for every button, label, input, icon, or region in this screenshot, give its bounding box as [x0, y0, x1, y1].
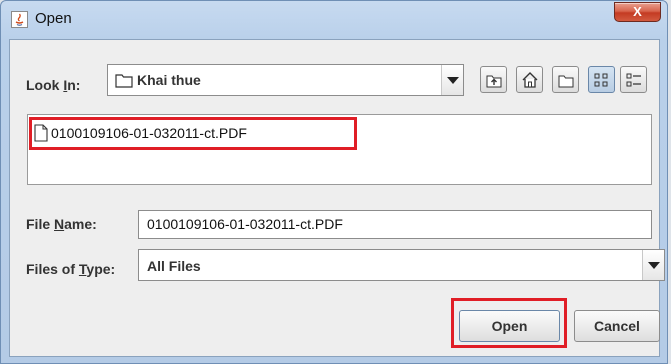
java-icon [11, 11, 28, 28]
dialog-content: Look In: Khai thue 0100109106-01-032011-… [9, 39, 665, 357]
highlight-box-file [29, 117, 357, 150]
files-of-type-label: Files of Type: [26, 261, 116, 277]
new-folder-button[interactable] [552, 66, 579, 93]
file-name-field[interactable]: 0100109106-01-032011-ct.PDF [138, 210, 652, 239]
cancel-button[interactable]: Cancel [574, 310, 660, 342]
look-in-dropdown-arrow[interactable] [441, 65, 463, 95]
window-title: Open [35, 10, 72, 27]
new-folder-icon [558, 75, 574, 88]
home-icon [522, 72, 538, 88]
details-view-icon [626, 73, 641, 87]
list-view-icon [594, 73, 608, 87]
details-view-button[interactable] [620, 66, 647, 93]
file-name-label: File Name: [26, 216, 97, 232]
highlight-box-open [451, 298, 567, 348]
look-in-label: Look In: [26, 77, 81, 93]
up-one-level-button[interactable] [480, 66, 507, 93]
files-of-type-combo[interactable]: All Files [138, 249, 665, 281]
files-of-type-dropdown-arrow[interactable] [642, 250, 664, 280]
home-button[interactable] [516, 66, 543, 93]
open-dialog-window: Open X Look In: Khai thue 0100109106-01-… [0, 0, 668, 364]
list-view-button[interactable] [588, 66, 615, 93]
files-of-type-value: All Files [147, 258, 201, 274]
title-bar[interactable]: Open X [1, 1, 667, 39]
close-button[interactable]: X [614, 2, 661, 22]
folder-icon [115, 72, 133, 93]
up-one-level-icon [486, 75, 502, 88]
look-in-value: Khai thue [137, 72, 201, 88]
look-in-combo[interactable]: Khai thue [107, 64, 464, 96]
